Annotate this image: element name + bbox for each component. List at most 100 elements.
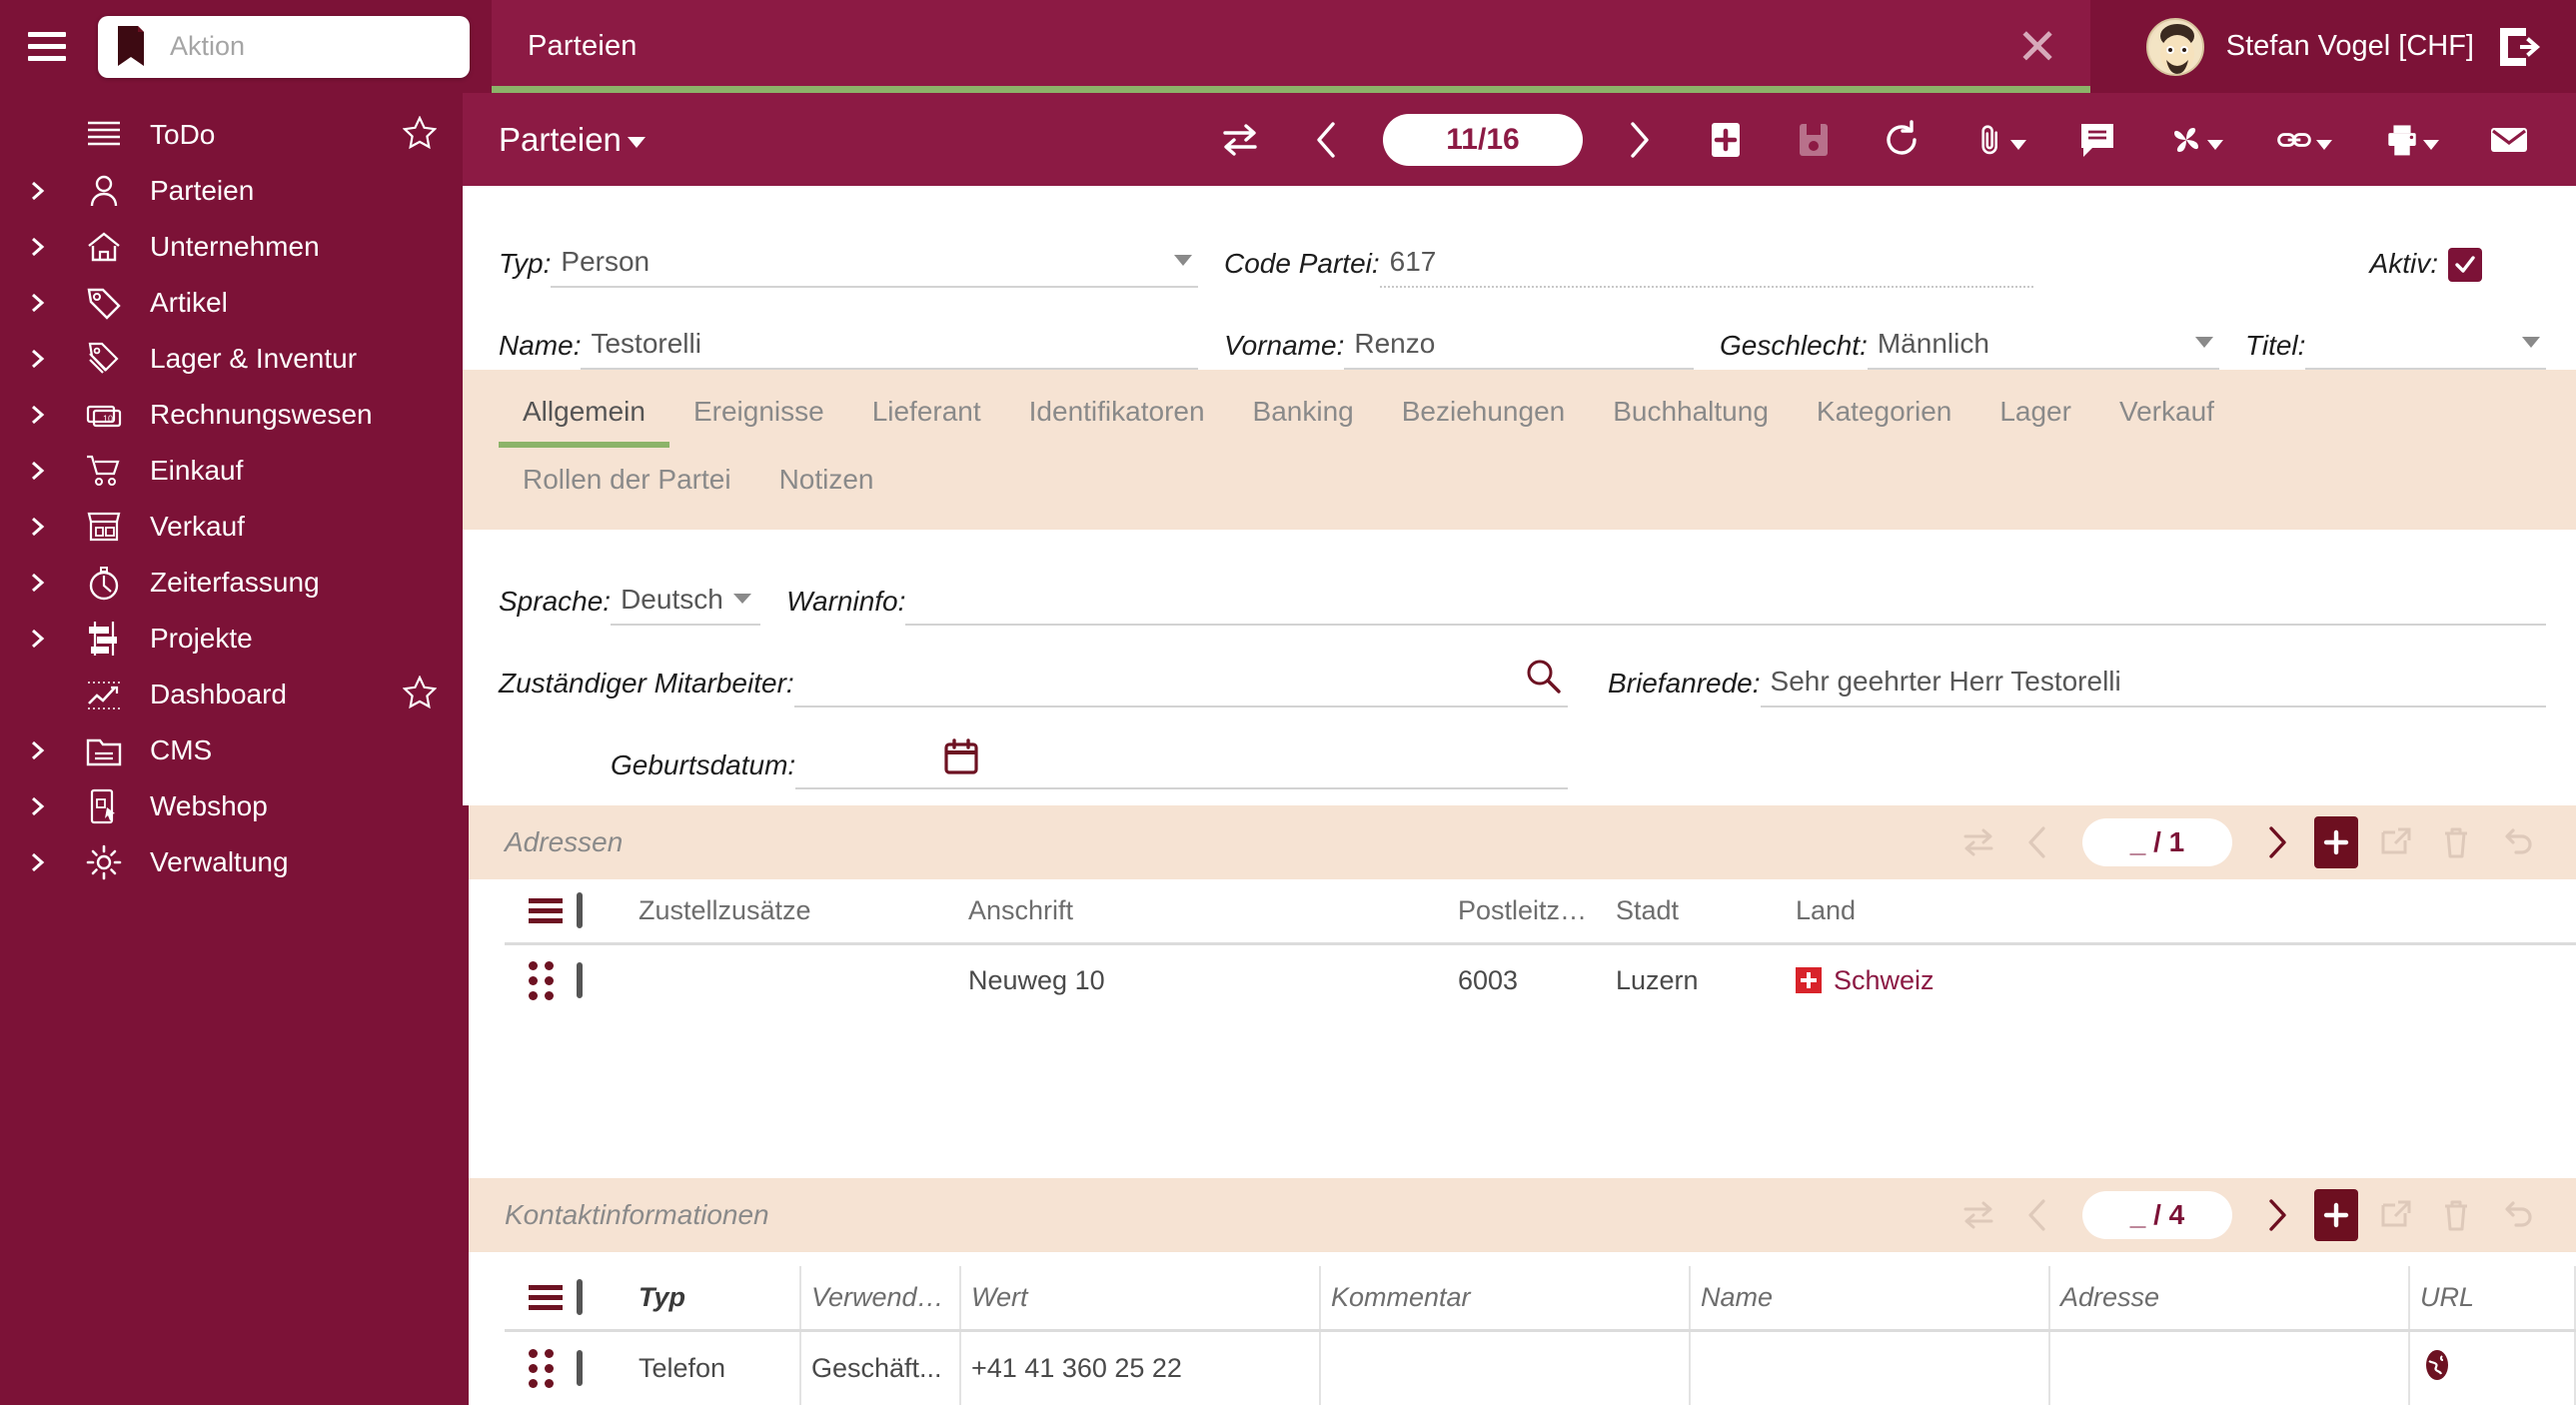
sidebar-item-einkauf[interactable]: Einkauf	[0, 443, 463, 499]
chevron-right-icon[interactable]	[0, 404, 74, 426]
field-value-mitarbeiter[interactable]	[793, 657, 1568, 707]
close-icon[interactable]: ✕	[2016, 22, 2058, 72]
row-checkbox[interactable]	[577, 1350, 583, 1387]
tab-lager[interactable]: Lager	[1975, 380, 2095, 448]
kontakt-open-external-button[interactable]	[2366, 1185, 2426, 1245]
favorite-star-icon[interactable]	[402, 114, 438, 155]
kontakt-record-counter[interactable]: _ / 4	[2082, 1191, 2232, 1240]
adressen-undo-button[interactable]	[2486, 812, 2546, 872]
adressen-col-land[interactable]: Land	[1786, 878, 2576, 945]
row-checkbox[interactable]	[577, 961, 583, 998]
table-row[interactable]: Neuweg 10 6003 Luzern Schweiz	[505, 943, 2576, 1016]
field-sprache[interactable]: Sprache: Deutsch	[499, 582, 761, 626]
kontakt-col-wert[interactable]: Wert	[960, 1266, 1321, 1333]
sidebar-item-verwaltung[interactable]: Verwaltung	[0, 834, 463, 890]
field-code-partei[interactable]: Code Partei: 617	[1224, 244, 2033, 288]
tab-notizen[interactable]: Notizen	[755, 448, 898, 516]
refresh-button[interactable]	[1869, 107, 1934, 173]
sidebar-item-webshop[interactable]: Webshop	[0, 778, 463, 834]
kontakt-add-button[interactable]	[2306, 1185, 2366, 1245]
chevron-right-icon[interactable]	[0, 628, 74, 650]
kontakt-col-name[interactable]: Name	[1690, 1266, 2050, 1333]
aktiv-checkbox[interactable]	[2448, 248, 2482, 282]
field-value-warninfo[interactable]	[905, 582, 2546, 626]
tab-kategorien[interactable]: Kategorien	[1793, 380, 1975, 448]
kontakt-col-verwendung[interactable]: Verwendu...	[800, 1266, 961, 1333]
field-name[interactable]: Name: Testorelli	[499, 326, 1198, 370]
field-zustaendiger-mitarbeiter[interactable]: Zuständiger Mitarbeiter:	[499, 657, 1568, 707]
chevron-right-icon[interactable]	[0, 292, 74, 314]
sidebar-item-cms[interactable]: CMS	[0, 722, 463, 778]
kontakt-col-adresse[interactable]: Adresse	[2049, 1266, 2410, 1333]
toolbar-title-dropdown[interactable]: Parteien	[499, 121, 645, 159]
adressen-col-anschrift[interactable]: Anschrift	[958, 878, 1448, 945]
sidebar-item-lager-inventur[interactable]: Lager & Inventur	[0, 331, 463, 387]
field-aktiv[interactable]: Aktiv:	[2370, 244, 2488, 288]
sidebar-item-verkauf[interactable]: Verkauf	[0, 499, 463, 555]
field-value-titel[interactable]	[2305, 326, 2546, 370]
field-vorname[interactable]: Vorname: Renzo	[1224, 326, 1694, 370]
chevron-right-icon[interactable]	[0, 236, 74, 258]
previous-record-button[interactable]	[1295, 107, 1361, 173]
adressen-delete-button[interactable]	[2426, 812, 2486, 872]
sidebar-item-todo[interactable]: ToDo	[0, 107, 463, 163]
row-select-cell[interactable]	[567, 943, 629, 1016]
sidebar-item-artikel[interactable]: Artikel	[0, 275, 463, 331]
chevron-right-icon[interactable]	[0, 795, 74, 817]
adressen-next-button[interactable]	[2246, 812, 2306, 872]
field-value-sprache[interactable]: Deutsch	[611, 582, 761, 626]
tab-banking[interactable]: Banking	[1229, 380, 1378, 448]
select-all-checkbox[interactable]	[577, 1279, 583, 1316]
table-row[interactable]: Telefon Geschäft... +41 41 360 25 22	[505, 1330, 2576, 1405]
tab-beziehungen[interactable]: Beziehungen	[1378, 380, 1589, 448]
row-drag-handle[interactable]	[505, 943, 567, 1016]
tab-identifikatoren[interactable]: Identifikatoren	[1005, 380, 1229, 448]
tab-ereignisse[interactable]: Ereignisse	[669, 380, 848, 448]
cell-url[interactable]	[2409, 1330, 2576, 1405]
globe-icon[interactable]	[2420, 1350, 2454, 1388]
next-record-button[interactable]	[1605, 107, 1671, 173]
adressen-col-stadt[interactable]: Stadt	[1606, 878, 1786, 945]
row-drag-handle[interactable]	[505, 1331, 567, 1405]
user-area[interactable]: Stefan Vogel [CHF]	[2120, 0, 2576, 93]
field-typ[interactable]: Typ: Person	[499, 244, 1198, 288]
kontakt-undo-button[interactable]	[2486, 1185, 2546, 1245]
field-briefanrede[interactable]: Briefanrede: Sehr geehrter Herr Testorel…	[1608, 664, 2546, 707]
favorite-star-icon[interactable]	[402, 674, 438, 714]
tab-allgemein[interactable]: Allgemein	[499, 380, 669, 448]
field-value-typ[interactable]: Person	[551, 244, 1198, 288]
sidebar-item-unternehmen[interactable]: Unternehmen	[0, 219, 463, 275]
kontakt-next-button[interactable]	[2246, 1185, 2306, 1245]
adressen-col-postleitzahl[interactable]: Postleitzahl	[1448, 878, 1606, 945]
save-record-button[interactable]	[1781, 107, 1847, 173]
field-value-briefanrede[interactable]: Sehr geehrter Herr Testorelli	[1760, 664, 2546, 707]
field-geschlecht[interactable]: Geschlecht: Männlich	[1720, 326, 2219, 370]
swap-records-button[interactable]	[1207, 107, 1273, 173]
field-titel[interactable]: Titel:	[2245, 326, 2546, 370]
kontakt-delete-button[interactable]	[2426, 1185, 2486, 1245]
sidebar-item-zeiterfassung[interactable]: Zeiterfassung	[0, 555, 463, 611]
action-input[interactable]	[170, 31, 456, 62]
field-value-aktiv[interactable]	[2438, 244, 2488, 288]
adressen-open-external-button[interactable]	[2366, 812, 2426, 872]
new-record-button[interactable]	[1693, 107, 1759, 173]
document-tab-parteien[interactable]: Parteien ✕	[492, 0, 2090, 93]
tab-rollen-der-partei[interactable]: Rollen der Partei	[499, 448, 755, 516]
row-select-cell[interactable]	[567, 1331, 629, 1405]
kontakt-previous-button[interactable]	[2008, 1185, 2068, 1245]
adressen-select-all-cell[interactable]	[567, 878, 629, 945]
chevron-right-icon[interactable]	[0, 180, 74, 202]
field-value-geburtsdatum[interactable]	[795, 736, 1568, 789]
tab-lieferant[interactable]: Lieferant	[848, 380, 1005, 448]
kontakt-swap-button[interactable]	[1948, 1185, 2008, 1245]
adressen-col-zustellzusaetze[interactable]: Zustellzusätze	[629, 878, 958, 945]
chevron-right-icon[interactable]	[0, 572, 74, 594]
field-value-geschlecht[interactable]: Männlich	[1867, 326, 2219, 370]
tab-verkauf[interactable]: Verkauf	[2095, 380, 2238, 448]
action-search-box[interactable]	[98, 15, 470, 78]
calendar-icon[interactable]	[941, 736, 981, 783]
field-warninfo[interactable]: Warninfo:	[786, 582, 2546, 626]
attachment-button[interactable]	[1956, 107, 2042, 173]
field-geburtsdatum[interactable]: Geburtsdatum:	[499, 736, 1568, 789]
adressen-column-menu-button[interactable]	[505, 878, 567, 945]
